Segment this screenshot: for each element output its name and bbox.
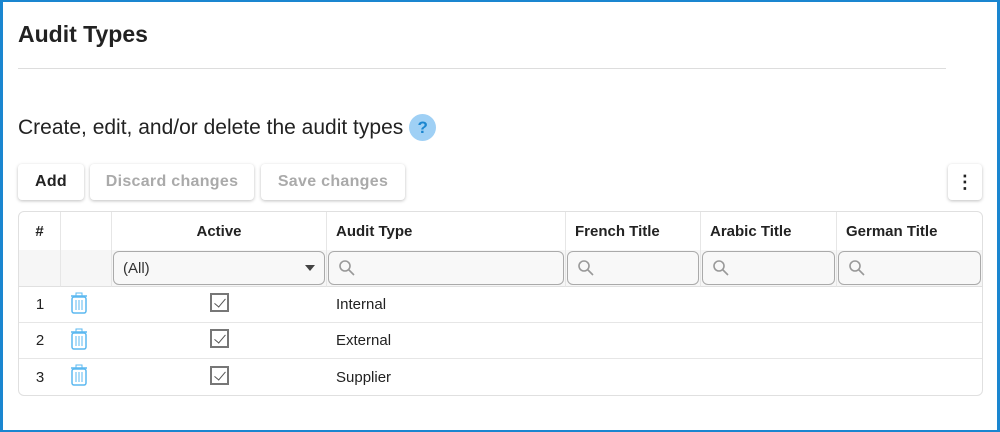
header-audit-type[interactable]: Audit Type bbox=[327, 212, 566, 250]
dropdown-arrow-icon bbox=[305, 265, 315, 276]
save-changes-button[interactable]: Save changes bbox=[261, 164, 405, 200]
audit-type-cell: External bbox=[327, 323, 566, 359]
table-row: 2 External bbox=[19, 323, 982, 359]
header-french-title[interactable]: French Title bbox=[566, 212, 701, 250]
header-arabic-title[interactable]: Arabic Title bbox=[701, 212, 837, 250]
help-icon[interactable]: ? bbox=[409, 114, 437, 141]
header-actions bbox=[61, 212, 112, 250]
table-row: 3 Supplier bbox=[19, 359, 982, 395]
trash-icon[interactable] bbox=[70, 364, 88, 386]
filter-row: (All) bbox=[19, 250, 982, 287]
subtitle-text: Create, edit, and/or delete the audit ty… bbox=[18, 115, 404, 139]
audit-type-cell: Supplier bbox=[336, 368, 392, 386]
audit-type-cell: Internal bbox=[327, 287, 566, 323]
row-number: 2 bbox=[19, 323, 61, 359]
active-filter-select[interactable]: (All) bbox=[113, 251, 325, 285]
search-icon bbox=[849, 260, 865, 276]
active-checkbox[interactable] bbox=[210, 293, 229, 312]
header-row: # Active Audit Type French Title Arabic … bbox=[19, 212, 982, 250]
header-active[interactable]: Active bbox=[112, 212, 327, 250]
header-german-title[interactable]: German Title bbox=[837, 212, 982, 250]
search-icon bbox=[713, 260, 729, 276]
arabic-title-search-input[interactable] bbox=[702, 251, 835, 285]
french-title-search-input[interactable] bbox=[567, 251, 699, 285]
trash-icon[interactable] bbox=[70, 292, 88, 314]
more-options-button[interactable]: ⋮ bbox=[948, 164, 982, 200]
audit-type-search-input[interactable] bbox=[328, 251, 564, 285]
add-button[interactable]: Add bbox=[18, 164, 84, 200]
page-title: Audit Types bbox=[18, 21, 148, 47]
page-subtitle: Create, edit, and/or delete the audit ty… bbox=[18, 114, 437, 141]
active-checkbox[interactable] bbox=[210, 365, 229, 385]
search-icon bbox=[578, 260, 594, 276]
active-filter-value: (All) bbox=[123, 259, 150, 277]
active-checkbox[interactable] bbox=[210, 329, 229, 348]
trash-icon[interactable] bbox=[70, 328, 88, 350]
divider bbox=[18, 68, 946, 69]
search-icon bbox=[339, 260, 355, 276]
table-row: 1 Internal bbox=[19, 287, 982, 323]
audit-types-table: # Active Audit Type French Title Arabic … bbox=[18, 211, 983, 396]
discard-changes-button[interactable]: Discard changes bbox=[90, 164, 254, 200]
row-number: 1 bbox=[19, 287, 61, 323]
row-number: 3 bbox=[35, 368, 45, 386]
german-title-search-input[interactable] bbox=[838, 251, 981, 285]
header-number[interactable]: # bbox=[19, 212, 61, 250]
